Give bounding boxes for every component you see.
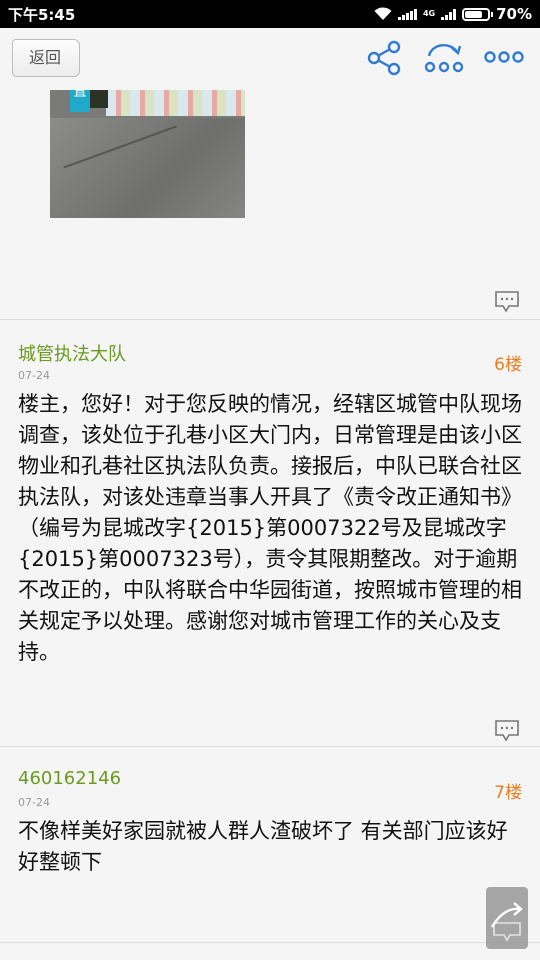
post-floor-number: 7楼 [494, 783, 522, 803]
post-photo[interactable]: 直 [50, 90, 245, 218]
floating-tool-button[interactable] [486, 887, 528, 949]
nav-bar: 返回 [0, 28, 540, 90]
post-divider [0, 319, 540, 320]
post-floor-number: 6楼 [494, 355, 522, 375]
status-bar: 下午5:45 4G 70% [0, 0, 540, 28]
photo-sign: 直 [70, 90, 90, 112]
back-button[interactable]: 返回 [12, 39, 80, 77]
battery-icon [462, 7, 494, 21]
signal-dots-icon [397, 8, 417, 20]
status-time: 下午5:45 [8, 6, 76, 24]
status-icons: 4G 70% [374, 4, 532, 24]
thread-content: 直 城管执法大队 07-24 6楼 楼主，您好！对于您反映的情况，经辖区城管中队… [0, 90, 540, 960]
back-label: 返回 [29, 48, 62, 67]
post-date: 07-24 [18, 369, 50, 382]
reply-comment-icon[interactable] [495, 291, 519, 313]
wifi-icon [374, 7, 392, 20]
share-icon[interactable] [364, 40, 404, 76]
battery-percent: 70% [496, 5, 532, 23]
more-icon[interactable] [482, 40, 526, 76]
signal-bars-icon [441, 8, 457, 20]
post-text: 不像样美好家园就被人群人渣破坏了 有关部门应该好好整顿下 [18, 819, 508, 874]
post-username[interactable]: 城管执法大队 [18, 340, 126, 366]
post-username[interactable]: 460162146 [18, 768, 121, 789]
reply-arrow-icon [490, 902, 523, 942]
network-type: 4G [422, 9, 436, 18]
refresh-more-icon[interactable] [422, 40, 466, 76]
post-text: 楼主，您好！对于您反映的情况，经辖区城管中队现场调查，该处位于孔巷小区大门内，日… [18, 392, 522, 664]
post-divider [0, 746, 540, 747]
poster-board [106, 90, 245, 116]
post-date: 07-24 [18, 796, 50, 809]
reply-comment-icon[interactable] [495, 720, 519, 742]
post-divider [0, 942, 540, 943]
